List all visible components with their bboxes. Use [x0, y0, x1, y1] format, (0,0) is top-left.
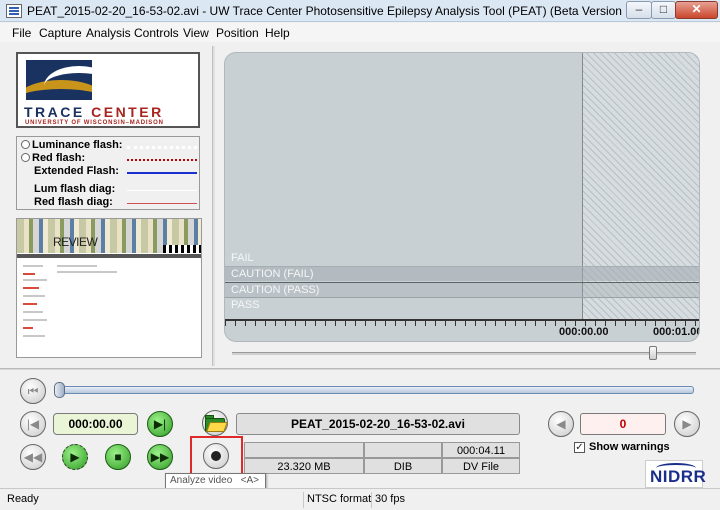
legend-line-red-diag — [127, 203, 197, 204]
thumbnail-title: REVIEW — [53, 235, 98, 249]
step-back-button[interactable]: |◀ — [20, 411, 46, 437]
skip-to-start-icon: ⏮ — [27, 384, 39, 398]
open-file-button[interactable] — [202, 410, 228, 436]
show-warnings-checkbox[interactable]: ✓ — [574, 442, 585, 453]
status-video-format: NTSC format — [304, 492, 372, 508]
info-cell-blank — [364, 442, 442, 458]
arrow-left-icon: ◀ — [556, 417, 566, 431]
legend-red-flash[interactable]: Red flash: — [21, 152, 85, 164]
time-axis-ticks — [225, 321, 699, 326]
legend-line-extended — [127, 172, 197, 174]
close-button[interactable]: ✕ — [675, 1, 718, 19]
prev-warning-button[interactable]: ◀ — [548, 411, 574, 437]
status-bar: Ready NTSC format 30 fps — [0, 488, 720, 510]
axis-label-start: 000:00.00 — [559, 326, 609, 338]
left-panel: TRACE CENTER UNIVERSITY OF WISCONSIN–MAD… — [12, 48, 208, 358]
menu-controls[interactable]: Controls — [134, 26, 179, 40]
logo-subtitle: UNIVERSITY OF WISCONSIN–MADISON — [25, 120, 164, 126]
rewind-button[interactable]: ◀◀ — [20, 444, 46, 470]
nidrr-logo: NIDRR — [645, 460, 706, 488]
zone-caution-fail: CAUTION (FAIL) — [225, 266, 699, 281]
flash-legend: Luminance flash: Red flash: Extended Fla… — [16, 136, 200, 210]
zone-caution-pass: CAUTION (PASS) — [225, 282, 699, 297]
show-warnings-label[interactable]: Show warnings — [589, 441, 670, 453]
status-state: Ready — [4, 492, 304, 508]
video-thumbnail: REVIEW — [16, 218, 202, 358]
play-button[interactable]: ▶ — [62, 444, 88, 470]
analyze-video-button[interactable] — [203, 443, 229, 469]
record-icon — [211, 451, 221, 461]
menu-file[interactable]: File — [12, 26, 31, 40]
warning-count-display: 0 — [580, 413, 666, 435]
radio-icon[interactable] — [21, 153, 30, 162]
legend-extended-flash: Extended Flash: — [34, 165, 119, 177]
info-cell-blank — [244, 442, 364, 458]
menu-analysis[interactable]: Analysis — [86, 26, 131, 40]
current-time-display: 000:00.00 — [53, 413, 138, 435]
position-slider-track[interactable] — [56, 386, 694, 394]
radio-icon[interactable] — [21, 140, 30, 149]
menu-capture[interactable]: Capture — [39, 26, 82, 40]
file-size-display: 23.320 MB — [244, 458, 364, 474]
pane-splitter[interactable] — [212, 46, 215, 366]
menu-bar: File Capture Analysis Controls View Posi… — [0, 23, 720, 42]
file-name-display: PEAT_2015-02-20_16-53-02.avi — [236, 413, 520, 435]
legend-red-diag: Red flash diag: — [34, 196, 113, 208]
section-divider — [0, 368, 720, 370]
legend-line-red — [127, 159, 197, 161]
axis-label-end: 000:01.00 — [653, 326, 700, 338]
zone-pass: PASS — [225, 297, 699, 312]
container-display: DV File — [442, 458, 520, 474]
app-icon — [6, 4, 22, 18]
minimize-button[interactable]: – — [626, 1, 652, 19]
graph-zoom-slider-track[interactable] — [232, 352, 696, 355]
graph-zoom-slider-thumb[interactable] — [649, 346, 657, 360]
legend-line-luminance — [127, 146, 197, 149]
title-bar: PEAT_2015-02-20_16-53-02.avi - UW Trace … — [0, 0, 720, 22]
position-slider-thumb[interactable] — [54, 382, 65, 398]
play-icon: ▶ — [70, 450, 80, 464]
fast-forward-icon: ▶▶ — [150, 450, 170, 464]
zone-fail: FAIL — [231, 252, 254, 264]
step-back-icon: |◀ — [26, 417, 40, 431]
arrow-right-icon: ▶ — [682, 417, 692, 431]
goto-start-button[interactable]: ⏮ — [20, 378, 46, 404]
trace-center-logo: TRACE CENTER UNIVERSITY OF WISCONSIN–MAD… — [16, 52, 200, 128]
legend-luminance-flash[interactable]: Luminance flash: — [21, 139, 122, 151]
stop-icon: ■ — [114, 450, 122, 464]
maximize-button[interactable]: □ — [651, 1, 676, 19]
step-forward-icon: ▶| — [153, 417, 167, 431]
legend-line-lum-diag — [127, 190, 197, 191]
rewind-icon: ◀◀ — [23, 450, 43, 464]
flash-analysis-graph: FAIL CAUTION (FAIL) CAUTION (PASS) PASS … — [224, 52, 700, 342]
status-fps: 30 fps — [375, 493, 405, 505]
window-title: PEAT_2015-02-20_16-53-02.avi - UW Trace … — [27, 4, 653, 18]
format-type-display: DIB — [364, 458, 442, 474]
next-warning-button[interactable]: ▶ — [674, 411, 700, 437]
duration-display: 000:04.11 — [442, 442, 520, 458]
menu-view[interactable]: View — [183, 26, 209, 40]
step-forward-button[interactable]: ▶| — [147, 411, 173, 437]
stop-button[interactable]: ■ — [105, 444, 131, 470]
legend-lum-diag: Lum flash diag: — [34, 183, 116, 195]
menu-help[interactable]: Help — [265, 26, 290, 40]
analyze-video-tooltip: Analyze video <A> — [165, 473, 266, 489]
trace-logo-mark — [26, 60, 92, 100]
fast-forward-button[interactable]: ▶▶ — [147, 444, 173, 470]
menu-position[interactable]: Position — [216, 26, 259, 40]
logo-name: TRACE CENTER — [24, 104, 164, 120]
